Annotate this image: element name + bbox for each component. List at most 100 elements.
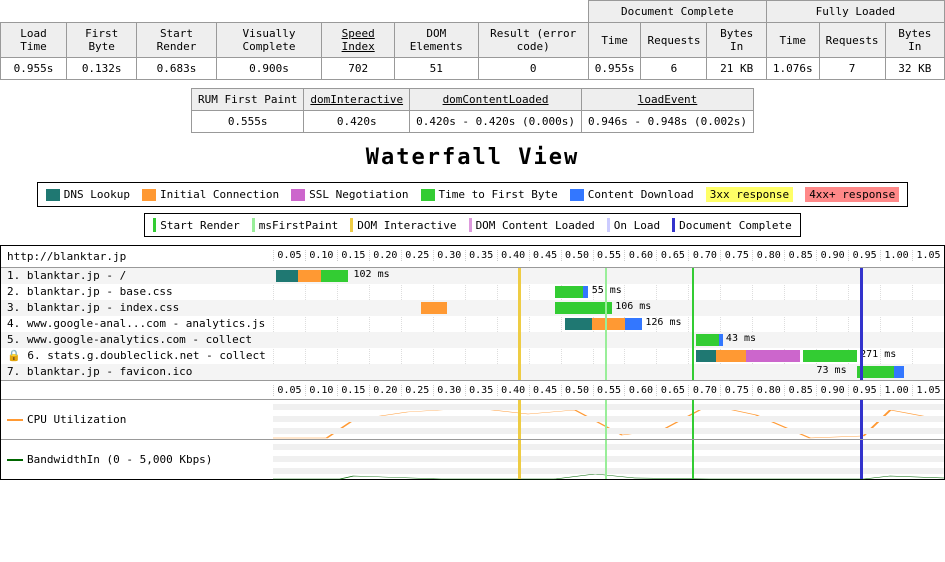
legend-item: Content Download xyxy=(570,187,694,202)
time-tick: 0.35 xyxy=(465,250,497,261)
time-tick: 0.50 xyxy=(561,250,593,261)
legend-item: Time to First Byte xyxy=(421,187,558,202)
legend-markers: Start Render msFirstPaint DOM Interactive D… xyxy=(144,213,800,237)
metric-header: Bytes In xyxy=(885,23,944,58)
time-tick: 0.45 xyxy=(529,250,561,261)
rum-value: 0.555s xyxy=(192,111,304,133)
bandwidth-section: BandwidthIn (0 - 5,000 Kbps) xyxy=(1,439,944,479)
legend-item: DNS Lookup xyxy=(46,187,130,202)
metric-header: Bytes In xyxy=(707,23,766,58)
metric-value: 0.132s xyxy=(66,58,136,80)
metric-header: Result (error code) xyxy=(478,23,588,58)
metric-header: Time xyxy=(766,23,819,58)
metric-header: Load Time xyxy=(1,23,67,58)
bandwidth-label: BandwidthIn (0 - 5,000 Kbps) xyxy=(27,453,212,466)
time-tick: 0.25 xyxy=(401,385,433,396)
waterfall-chart: http://blanktar.jp 0.050.100.150.200.250… xyxy=(0,245,945,480)
time-tick: 0.40 xyxy=(497,385,529,396)
rum-value: 0.420s xyxy=(304,111,410,133)
request-label: 4. www.google-anal...com - analytics.js xyxy=(1,316,273,332)
rum-value: 0.420s - 0.420s (0.000s) xyxy=(410,111,582,133)
waterfall-row[interactable]: 1. blanktar.jp - /102 ms xyxy=(1,268,944,284)
time-tick: 0.55 xyxy=(593,385,625,396)
waterfall-row[interactable]: 2. blanktar.jp - base.css55 ms xyxy=(1,284,944,300)
metric-value: 51 xyxy=(394,58,478,80)
time-tick: 0.20 xyxy=(369,250,401,261)
time-tick: 0.50 xyxy=(561,385,593,396)
metric-value: 0.900s xyxy=(216,58,322,80)
time-tick: 0.60 xyxy=(624,250,656,261)
metric-value: 0.683s xyxy=(137,58,216,80)
legend-item: 3xx response xyxy=(706,187,793,202)
legend-item: msFirstPaint xyxy=(252,218,338,232)
time-tick: 0.60 xyxy=(624,385,656,396)
legend-item: 4xx+ response xyxy=(805,187,899,202)
waterfall-row[interactable]: 7. blanktar.jp - favicon.ico73 ms xyxy=(1,364,944,380)
time-tick: 0.40 xyxy=(497,250,529,261)
metric-value: 0 xyxy=(478,58,588,80)
waterfall-title: Waterfall View xyxy=(0,145,945,170)
legend-item: DOM Interactive xyxy=(350,218,456,232)
metric-header: First Byte xyxy=(66,23,136,58)
metric-header: Requests xyxy=(819,23,885,58)
rum-header: RUM First Paint xyxy=(192,89,304,111)
time-tick: 0.90 xyxy=(816,385,848,396)
time-tick: 0.75 xyxy=(720,250,752,261)
request-label: 3. blanktar.jp - index.css xyxy=(1,300,273,316)
time-tick: 0.30 xyxy=(433,250,465,261)
request-label: 5. www.google-analytics.com - collect xyxy=(1,332,273,348)
time-tick: 1.00 xyxy=(880,250,912,261)
legend-item: Start Render xyxy=(153,218,239,232)
metric-value: 21 KB xyxy=(707,58,766,80)
time-tick: 0.55 xyxy=(593,250,625,261)
rum-table: RUM First PaintdomInteractivedomContentL… xyxy=(191,88,754,133)
time-tick: 0.95 xyxy=(848,385,880,396)
waterfall-row[interactable]: 5. www.google-analytics.com - collect43 … xyxy=(1,332,944,348)
metric-value: 0.955s xyxy=(1,58,67,80)
time-tick: 0.85 xyxy=(784,385,816,396)
metric-value: 6 xyxy=(641,58,707,80)
time-tick: 0.80 xyxy=(752,250,784,261)
metric-value: 7 xyxy=(819,58,885,80)
request-label: 🔒 6. stats.g.doubleclick.net - collect xyxy=(1,348,273,364)
time-tick: 0.15 xyxy=(337,385,369,396)
time-tick: 0.65 xyxy=(656,250,688,261)
waterfall-row[interactable]: 4. www.google-anal...com - analytics.js1… xyxy=(1,316,944,332)
time-tick: 0.05 xyxy=(273,385,305,396)
group-fully-loaded: Fully Loaded xyxy=(766,1,944,23)
time-tick: 0.20 xyxy=(369,385,401,396)
metric-header: DOM Elements xyxy=(394,23,478,58)
time-tick: 1.05 xyxy=(912,250,944,261)
time-tick: 0.95 xyxy=(848,250,880,261)
request-label: 1. blanktar.jp - / xyxy=(1,268,273,284)
metrics-table-top: Document Complete Fully Loaded Load Time… xyxy=(0,0,945,80)
legend-item: DOM Content Loaded xyxy=(469,218,595,232)
time-tick: 0.15 xyxy=(337,250,369,261)
metric-value: 702 xyxy=(322,58,395,80)
time-tick: 0.45 xyxy=(529,385,561,396)
metric-header: Start Render xyxy=(137,23,216,58)
rum-header: loadEvent xyxy=(582,89,754,111)
metric-header: Speed Index xyxy=(322,23,395,58)
rum-header: domContentLoaded xyxy=(410,89,582,111)
time-tick: 0.65 xyxy=(656,385,688,396)
time-tick: 0.25 xyxy=(401,250,433,261)
metric-header: Visually Complete xyxy=(216,23,322,58)
time-tick: 0.35 xyxy=(465,385,497,396)
legend-item: On Load xyxy=(607,218,660,232)
legend-phases: DNS LookupInitial ConnectionSSL Negotiat… xyxy=(37,182,909,207)
time-tick: 0.10 xyxy=(305,250,337,261)
cpu-label: CPU Utilization xyxy=(27,413,126,426)
time-tick: 0.80 xyxy=(752,385,784,396)
time-tick: 0.90 xyxy=(816,250,848,261)
legend-item: Document Complete xyxy=(672,218,792,232)
time-tick: 1.00 xyxy=(880,385,912,396)
request-label: 7. blanktar.jp - favicon.ico xyxy=(1,364,273,380)
time-tick: 0.30 xyxy=(433,385,465,396)
cpu-section: CPU Utilization xyxy=(1,399,944,439)
waterfall-row[interactable]: 3. blanktar.jp - index.css106 ms xyxy=(1,300,944,316)
request-label: 2. blanktar.jp - base.css xyxy=(1,284,273,300)
rum-header: domInteractive xyxy=(304,89,410,111)
legend-item: Initial Connection xyxy=(142,187,279,202)
waterfall-row[interactable]: 🔒 6. stats.g.doubleclick.net - collect27… xyxy=(1,348,944,364)
